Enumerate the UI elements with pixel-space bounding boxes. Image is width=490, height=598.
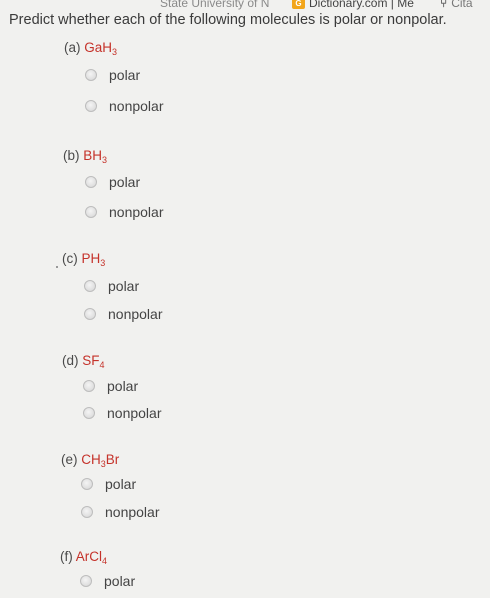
question-prompt: Predict whether each of the following mo…	[9, 12, 447, 28]
radio-button[interactable]	[81, 478, 93, 490]
radio-button[interactable]	[83, 407, 95, 419]
option-f-polar[interactable]: polar	[80, 573, 135, 589]
part-label: (e) CH3Br	[61, 452, 120, 469]
option-label: nonpolar	[107, 405, 162, 421]
part-label: (a) GaH3	[64, 40, 118, 57]
option-label: polar	[108, 278, 140, 294]
option-c-polar[interactable]: polar	[84, 278, 139, 294]
radio-button[interactable]	[85, 206, 97, 218]
option-label: polar	[107, 378, 139, 394]
bookmarks-bar: State University of N G Dictionary.com |…	[0, 0, 490, 12]
part-label: (c) PH3	[62, 251, 106, 268]
molecule-formula: ArCl4	[75, 549, 108, 566]
option-label: polar	[109, 67, 141, 83]
option-e-nonpolar[interactable]: nonpolar	[81, 504, 160, 520]
option-label: nonpolar	[105, 504, 160, 520]
dictionary-favicon-icon: G	[292, 0, 305, 9]
bookmark-label: State University of N	[160, 0, 270, 10]
stray-dot	[56, 266, 58, 268]
option-a-nonpolar[interactable]: nonpolar	[85, 98, 164, 114]
bookmark-label: Dictionary.com | Me	[309, 0, 414, 10]
radio-button[interactable]	[80, 575, 92, 587]
bookmark-cita[interactable]: ⑂ Cita	[440, 0, 473, 10]
option-d-nonpolar[interactable]: nonpolar	[83, 405, 162, 421]
option-b-polar[interactable]: polar	[85, 174, 140, 190]
radio-button[interactable]	[85, 100, 97, 112]
molecule-formula: BH3	[83, 148, 108, 165]
option-a-polar[interactable]: polar	[85, 67, 140, 83]
bookmark-label: Cita	[451, 0, 473, 10]
option-label: polar	[109, 174, 141, 190]
option-label: nonpolar	[109, 204, 164, 220]
part-label: (d) SF4	[62, 353, 105, 370]
radio-button[interactable]	[85, 176, 97, 188]
part-label: (f) ArCl4	[60, 549, 108, 566]
option-label: polar	[105, 476, 137, 492]
radio-button[interactable]	[81, 506, 93, 518]
molecule-formula: GaH3	[84, 40, 118, 57]
fork-favicon-icon: ⑂	[440, 0, 448, 10]
option-c-nonpolar[interactable]: nonpolar	[84, 306, 163, 322]
option-d-polar[interactable]: polar	[83, 378, 138, 394]
molecule-formula: PH3	[81, 251, 106, 268]
radio-button[interactable]	[85, 69, 97, 81]
molecule-formula: CH3Br	[81, 452, 120, 469]
part-label: (b) BH3	[63, 148, 108, 165]
option-label: nonpolar	[109, 98, 164, 114]
bookmark-dictionary[interactable]: G Dictionary.com | Me	[292, 0, 414, 10]
radio-button[interactable]	[84, 280, 96, 292]
bookmark-state-university[interactable]: State University of N	[160, 0, 269, 10]
molecule-formula: SF4	[82, 353, 105, 370]
option-label: nonpolar	[108, 306, 163, 322]
option-label: polar	[104, 573, 136, 589]
option-b-nonpolar[interactable]: nonpolar	[85, 204, 164, 220]
radio-button[interactable]	[84, 308, 96, 320]
radio-button[interactable]	[83, 380, 95, 392]
option-e-polar[interactable]: polar	[81, 476, 136, 492]
